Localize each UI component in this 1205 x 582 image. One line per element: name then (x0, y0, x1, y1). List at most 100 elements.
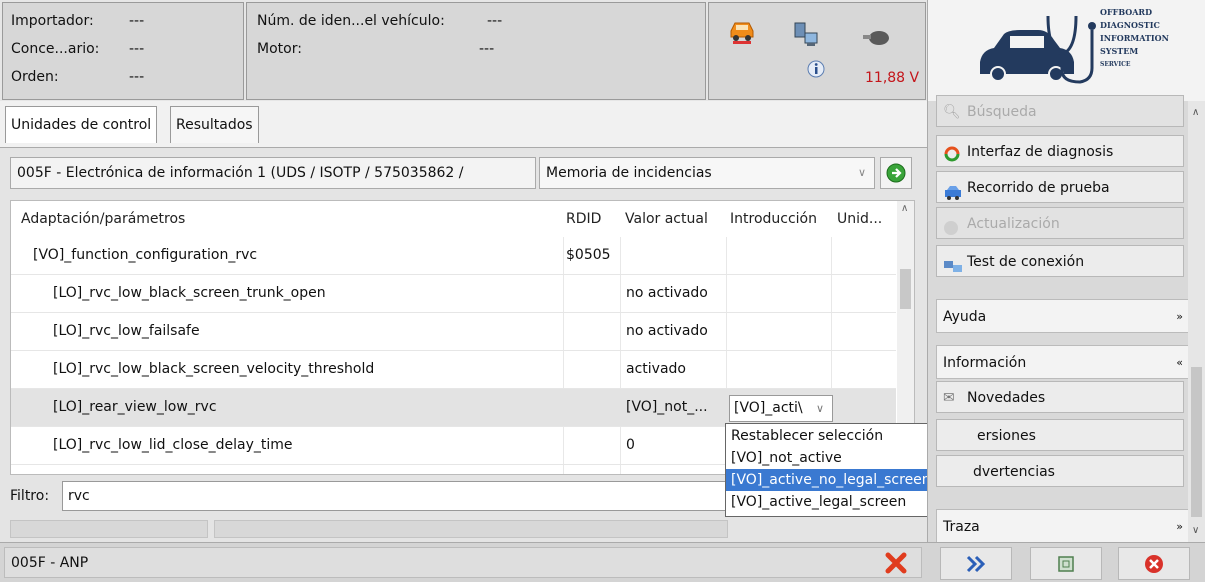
parameter-value: no activado (626, 323, 708, 339)
parameter-value: 0 (626, 437, 635, 453)
engine-value: --- (479, 41, 495, 57)
filter-label: Filtro: (10, 488, 50, 504)
logo-line-3: Information (1100, 33, 1169, 43)
search-icon: 🔍︎ (943, 104, 961, 120)
parameter-name: [LO]_rvc_low_black_screen_trunk_open (53, 285, 326, 301)
scroll-up-icon[interactable]: ∧ (901, 203, 908, 214)
status-box: 11,88 V (708, 2, 926, 100)
close-control-unit-icon[interactable] (884, 551, 908, 579)
table-row-selected[interactable]: [LO]_rear_view_low_rvc [VO]_not_... [VO]… (11, 389, 896, 427)
table-row[interactable]: [LO]_rvc_low_failsafe no activado (11, 313, 896, 351)
scroll-up-icon[interactable]: ∧ (1192, 107, 1199, 118)
column-header-unit[interactable]: Unid... (837, 201, 895, 237)
order-info-box: Importador: --- Conce...ario: --- Orden:… (2, 2, 244, 100)
parameter-name: [LO]_rear_view_low_rvc (53, 399, 217, 415)
right-sidebar: 🔍︎ Búsqueda Interfaz de diagnosis Recorr… (927, 95, 1205, 543)
active-control-unit-label: 005F - ANP (11, 555, 89, 571)
logo-line-1: Offboard (1100, 7, 1152, 17)
fit-window-button[interactable] (1030, 547, 1102, 580)
parameter-value: no activado (626, 285, 708, 301)
dropdown-option-reset[interactable]: Restablecer selección (726, 425, 957, 447)
chevron-down-icon: ∨ (857, 166, 866, 179)
input-dropdown-list: Restablecer selección [VO]_not_active [V… (725, 423, 960, 517)
trace-section-header[interactable]: Traza » (936, 509, 1192, 543)
vehicle-status-icon[interactable] (727, 17, 757, 49)
table-row[interactable]: [LO]_rvc_low_black_screen_trunk_open no … (11, 275, 896, 313)
column-header-current-value[interactable]: Valor actual (625, 201, 708, 237)
parameter-name: [LO]_rvc_low_failsafe (53, 323, 200, 339)
versions-button[interactable]: ersiones (936, 419, 1184, 451)
dropdown-option-active-legal-screen[interactable]: [VO]_active_legal_screen (726, 491, 957, 513)
filter-input[interactable]: rvc (62, 481, 732, 511)
connection-test-button[interactable]: Test de conexión (936, 245, 1184, 277)
fit-window-icon (1058, 556, 1074, 572)
column-header-rdid[interactable]: RDID (566, 201, 601, 237)
double-chevron-right-icon (966, 555, 986, 573)
vin-label: Núm. de iden...el vehículo: (257, 13, 445, 29)
parameter-value: [VO]_not_... (626, 399, 708, 415)
parameter-value: activado (626, 361, 686, 377)
news-button[interactable]: ✉ Novedades (936, 381, 1184, 413)
vin-value: --- (487, 13, 503, 29)
parameter-name: [VO]_function_configuration_rvc (33, 247, 258, 263)
tab-control-units[interactable]: Unidades de control (5, 106, 158, 143)
logo-line-2: Diagnostic (1100, 20, 1160, 30)
test-drive-button[interactable]: Recorrido de prueba (936, 171, 1184, 203)
chevron-down-icon: ∨ (816, 402, 825, 415)
exit-button[interactable] (1118, 547, 1190, 580)
sidebar-scrollbar[interactable]: ∧ ∨ (1188, 101, 1205, 542)
input-combobox-value: [VO]_acti\ (734, 400, 803, 416)
parameter-name: [LO]_rvc_low_lid_close_delay_time (53, 437, 293, 453)
scrollbar-thumb[interactable] (900, 269, 911, 309)
dealer-label: Conce...ario: (11, 41, 100, 57)
warnings-button[interactable]: dvertencias (936, 455, 1184, 487)
info-section-header[interactable]: Información « (936, 345, 1192, 379)
diagnostic-interface-button[interactable]: Interfaz de diagnosis (936, 135, 1184, 167)
parameter-name: [LO]_rvc_low_black_screen_velocity_thres… (53, 361, 375, 377)
vci-adapter-icon[interactable] (861, 25, 891, 53)
tab-bar: Unidades de control Resultados (0, 101, 927, 147)
network-icon[interactable] (793, 21, 821, 53)
column-header-input[interactable]: Introducción (730, 201, 817, 237)
disabled-button-2 (214, 520, 728, 538)
table-row[interactable]: [LO]_rvc_low_black_screen_velocity_thres… (11, 351, 896, 389)
car-stethoscope-icon (980, 15, 1096, 84)
expand-icon: » (1176, 520, 1183, 533)
go-button[interactable] (880, 157, 912, 189)
dealer-value: --- (129, 41, 145, 57)
function-select-value: Memoria de incidencias (546, 165, 712, 181)
info-icon[interactable] (806, 59, 826, 83)
scroll-down-icon[interactable]: ∨ (1192, 525, 1199, 536)
function-select[interactable]: Memoria de incidencias ∨ (539, 157, 875, 189)
parameter-rdid: $0505 (566, 247, 611, 263)
table-row[interactable]: [VO]_function_configuration_rvc $0505 (11, 237, 896, 275)
input-combobox[interactable]: [VO]_acti\ ∨ (729, 395, 833, 422)
header-bar: Importador: --- Conce...ario: --- Orden:… (0, 0, 927, 101)
order-value: --- (129, 69, 145, 85)
disabled-button-1 (10, 520, 208, 538)
forward-button[interactable] (940, 547, 1012, 580)
control-unit-field[interactable]: 005F - Electrónica de información 1 (UDS… (10, 157, 536, 189)
update-button: Actualización (936, 207, 1184, 239)
dropdown-option-active-no-legal-screen[interactable]: [VO]_active_no_legal_screen (726, 469, 957, 491)
update-icon (943, 216, 959, 248)
column-header-parameter[interactable]: Adaptación/parámetros (21, 201, 185, 237)
close-icon (1145, 555, 1163, 573)
battery-voltage: 11,88 V (865, 70, 920, 86)
collapse-icon: « (1176, 356, 1183, 369)
engine-label: Motor: (257, 41, 302, 57)
arrow-right-icon (886, 163, 906, 183)
logo-line-5: Service (1100, 61, 1131, 68)
connection-test-icon (943, 254, 963, 286)
dropdown-option-not-active[interactable]: [VO]_not_active (726, 447, 957, 469)
tab-results[interactable]: Resultados (170, 106, 259, 143)
expand-icon: » (1176, 310, 1183, 323)
help-section-header[interactable]: Ayuda » (936, 299, 1192, 333)
active-control-unit: 005F - ANP (4, 547, 922, 578)
news-icon: ✉ (943, 390, 955, 406)
scrollbar-thumb[interactable] (1191, 367, 1202, 517)
search-button: 🔍︎ Búsqueda (936, 95, 1184, 127)
importer-value: --- (129, 13, 145, 29)
status-bar: 005F - ANP (0, 542, 1205, 582)
vehicle-info-box: Núm. de iden...el vehículo: --- Motor: -… (246, 2, 706, 100)
